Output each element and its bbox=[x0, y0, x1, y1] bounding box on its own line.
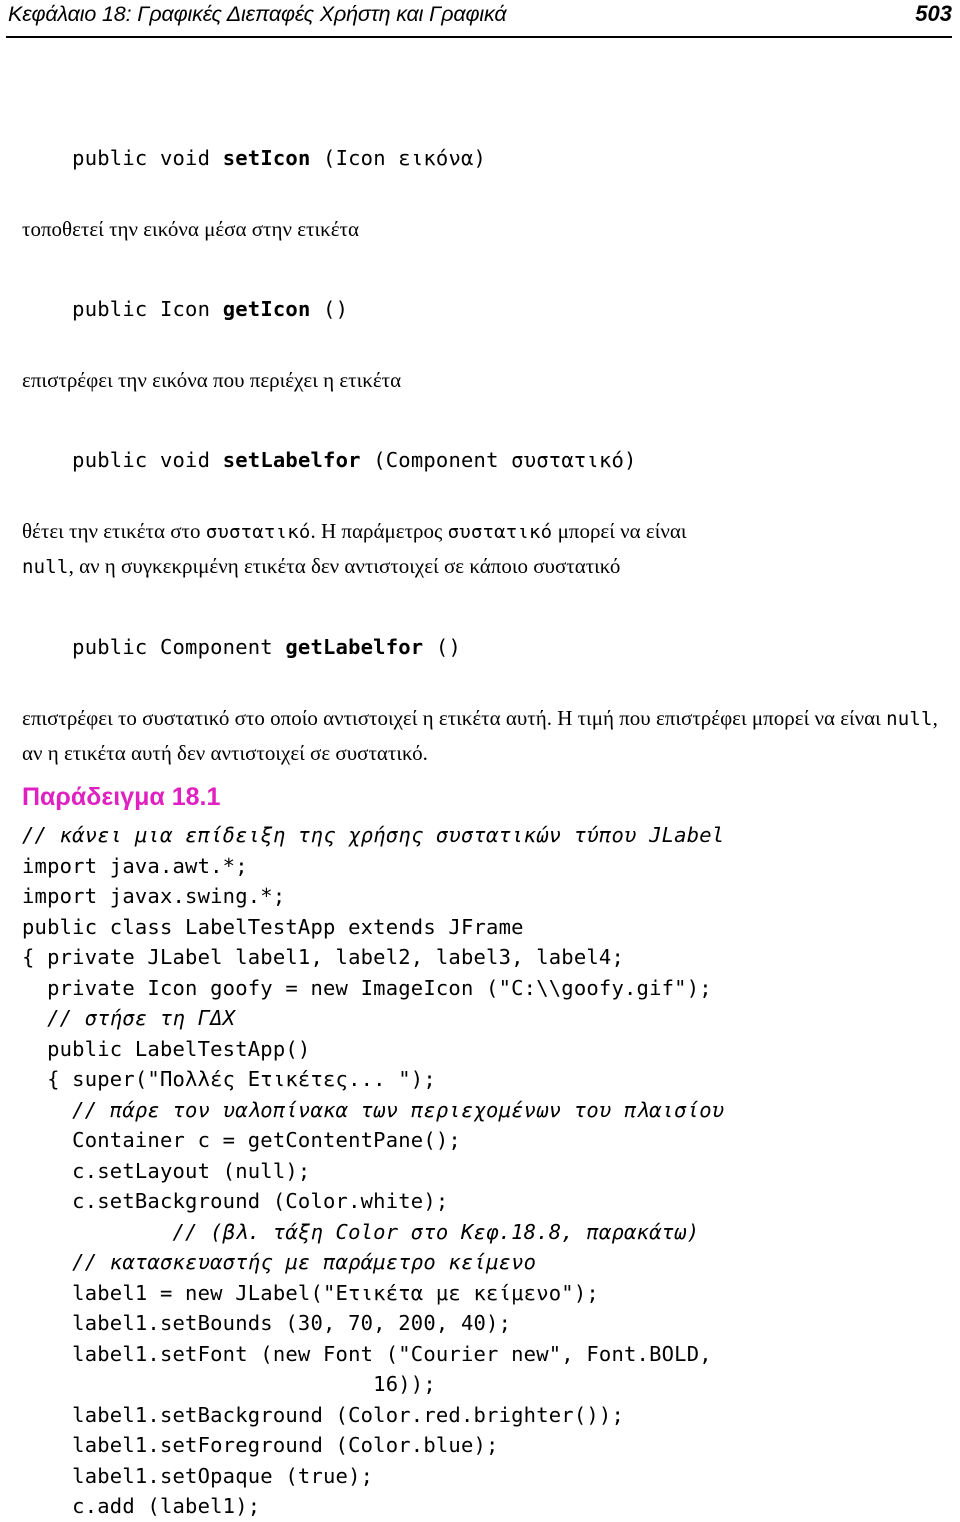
code-listing: // κάνει μια επίδειξη της χρήσης συστατι… bbox=[22, 820, 944, 1522]
api-signature: public void setLabelfor (Component συστα… bbox=[22, 406, 944, 514]
prose-run: μπορεί να είναι bbox=[557, 519, 687, 543]
code-line: public class LabelTestApp extends JFrame bbox=[22, 914, 524, 939]
api-signature-prefix: public Icon bbox=[72, 297, 223, 321]
api-signature-params: () bbox=[423, 635, 461, 659]
code-token: null bbox=[886, 708, 933, 730]
code-line: // στήσε τη ΓΔΧ bbox=[22, 1006, 236, 1030]
api-signature: public Component getLabelfor () bbox=[22, 593, 944, 701]
api-description: τοποθετεί την εικόνα μέσα στην ετικέτα bbox=[22, 217, 359, 241]
code-line: label1.setBackground (Color.red.brighter… bbox=[22, 1402, 625, 1427]
code-line: Container c = getContentPane(); bbox=[22, 1128, 461, 1152]
api-description: θέτει την ετικέτα στο συστατικό. Η παράμ… bbox=[22, 514, 944, 584]
api-signature-prefix: public void bbox=[72, 448, 223, 472]
api-signature-prefix: public void bbox=[72, 146, 223, 170]
code-line: label1.setFont (new Font ("Courier new",… bbox=[22, 1341, 712, 1366]
api-signature-params: () bbox=[310, 297, 349, 321]
code-line: c.add (label1); bbox=[22, 1494, 261, 1518]
page-header: Κεφάλαιο 18: Γραφικές Διεπαφές Χρήστη κα… bbox=[0, 0, 960, 44]
code-token: συστατικό bbox=[205, 521, 311, 543]
prose-run: . Η παράμετρος bbox=[310, 519, 448, 543]
code-line: import javax.swing.*; bbox=[22, 884, 286, 908]
code-line: import java.awt.*; bbox=[22, 853, 248, 878]
code-line: label1.setForeground (Color.blue); bbox=[22, 1433, 499, 1457]
code-line: public LabelTestApp() bbox=[22, 1036, 311, 1061]
code-line: { private JLabel label1, label2, label3,… bbox=[22, 945, 625, 969]
page-body: public void setIcon (Icon εικόνα) τοποθε… bbox=[22, 104, 944, 1522]
api-description: επιστρέφει το συστατικό στο οποίο αντιστ… bbox=[22, 701, 944, 770]
page-number: 503 bbox=[915, 1, 952, 26]
code-token: συστατικό bbox=[447, 521, 553, 543]
api-description: επιστρέφει την εικόνα που περιέχει η ετι… bbox=[22, 368, 402, 392]
page-header-title: Κεφάλαιο 18: Γραφικές Διεπαφές Χρήστη κα… bbox=[8, 2, 507, 26]
api-signature: public Icon getIcon () bbox=[22, 255, 944, 363]
api-method-name: setIcon bbox=[222, 146, 311, 170]
code-line: label1.setOpaque (true); bbox=[22, 1463, 374, 1488]
prose-run: θέτει την ετικέτα στο bbox=[22, 519, 206, 543]
code-line: // πάρε τον υαλοπίνακα των περιεχομένων … bbox=[22, 1097, 725, 1122]
api-signature-params: (Icon εικόνα) bbox=[310, 146, 487, 170]
api-method-name: getLabelfor bbox=[285, 635, 424, 659]
prose-run: , αν η συγκεκριμένη ετικέτα δεν αντιστοι… bbox=[68, 554, 621, 578]
code-line: { super("Πολλές Ετικέτες... "); bbox=[22, 1067, 436, 1091]
example-heading: Παράδειγμα 18.1 bbox=[22, 783, 221, 811]
code-token: null bbox=[22, 556, 69, 578]
header-divider bbox=[6, 36, 952, 38]
code-line: // κάνει μια επίδειξη της χρήσης συστατι… bbox=[22, 823, 725, 847]
api-signature-params: (Component συστατικό) bbox=[360, 448, 637, 472]
api-signature-prefix: public Component bbox=[72, 635, 286, 659]
code-line: private Icon goofy = new ImageIcon ("C:\… bbox=[22, 975, 712, 1000]
code-line: 16)); bbox=[22, 1372, 436, 1396]
code-line: label1 = new JLabel("Ετικέτα με κείμενο"… bbox=[22, 1280, 599, 1305]
code-line: c.setLayout (null); bbox=[22, 1158, 311, 1183]
api-method-name: getIcon bbox=[222, 297, 311, 321]
code-line: // κατασκευαστής με παράμετρο κείμενο bbox=[22, 1250, 537, 1274]
api-signature: public void setIcon (Icon εικόνα) bbox=[22, 104, 944, 212]
code-line: // (βλ. τάξη Color στο Κεφ.18.8, παρακάτ… bbox=[22, 1219, 700, 1244]
code-line: c.setBackground (Color.white); bbox=[22, 1189, 449, 1213]
api-method-name: setLabelfor bbox=[222, 448, 361, 472]
code-line: label1.setBounds (30, 70, 200, 40); bbox=[22, 1311, 512, 1335]
prose-run: επιστρέφει το συστατικό στο οποίο αντιστ… bbox=[22, 706, 887, 730]
